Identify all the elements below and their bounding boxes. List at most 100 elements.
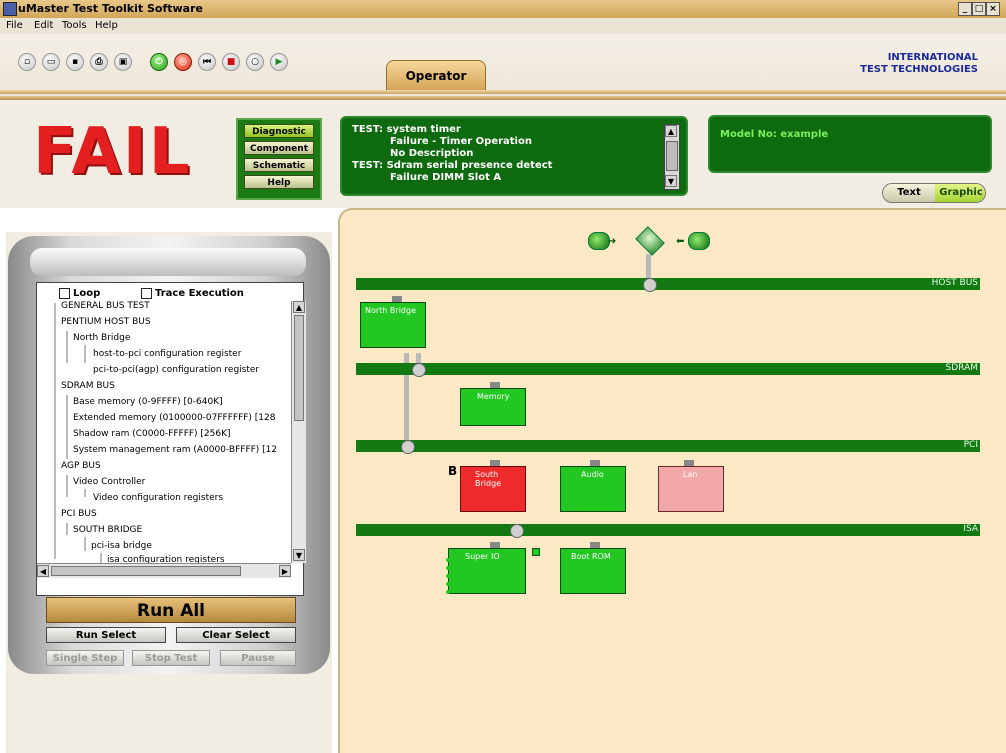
tree-item[interactable]: Video Controller (73, 477, 145, 487)
tree-item[interactable]: Shadow ram (C0000-FFFFF) [256K] (73, 429, 231, 439)
chip-hub-icon[interactable] (635, 226, 665, 256)
junction-dot (643, 278, 657, 292)
record-icon[interactable]: ○ (246, 53, 264, 71)
scroll-right-icon[interactable]: ▶ (279, 565, 291, 577)
loop-checkbox[interactable]: Loop (59, 286, 100, 299)
trace-checkbox[interactable]: Trace Execution (141, 286, 244, 299)
north-bridge-block[interactable]: North Bridge (360, 302, 426, 348)
port-pin (532, 548, 540, 556)
tree-item[interactable]: PENTIUM HOST BUS (61, 317, 151, 327)
toolbar-divider (0, 90, 1006, 94)
scroll-up-icon[interactable]: ▲ (665, 125, 677, 137)
memory-block[interactable]: Memory (460, 388, 526, 426)
graphic-view-button[interactable]: Graphic (935, 184, 985, 202)
scroll-down-icon[interactable]: ▼ (293, 549, 305, 561)
tree-list: GENERAL BUS TEST PENTIUM HOST BUS North … (37, 301, 291, 563)
close-button[interactable]: × (986, 2, 1000, 16)
component-label: Memory (477, 392, 510, 401)
tree-item[interactable]: PCI BUS (61, 509, 97, 519)
tree-item[interactable]: Base memory (0-9FFFF) [0-640K] (73, 397, 223, 407)
clear-select-button[interactable]: Clear Select (176, 627, 296, 643)
loop-checkbox-box[interactable] (59, 287, 70, 299)
new-icon[interactable]: ▫ (18, 53, 36, 71)
tree-item[interactable]: GENERAL BUS TEST (61, 301, 150, 311)
company-logo-line2: TEST TECHNOLOGIES (860, 64, 978, 75)
message-line: No Description (390, 148, 474, 159)
chip-icon[interactable]: ▣ (114, 53, 132, 71)
trace-checkbox-box[interactable] (141, 287, 152, 299)
help-button[interactable]: Help (244, 175, 314, 189)
tree-item[interactable]: isa configuration registers (107, 555, 225, 563)
text-view-button[interactable]: Text (883, 184, 935, 202)
target-icon[interactable]: ◎ (174, 53, 192, 71)
tree-vertical-scrollbar[interactable]: ▲ ▼ (291, 301, 306, 563)
south-bridge-block[interactable]: South Bridge (460, 466, 526, 512)
tree-item[interactable]: Extended memory (0100000-07FFFFFF) [128 (73, 413, 276, 423)
component-label: Boot ROM (571, 552, 611, 561)
message-line: Failure - Timer Operation (390, 136, 532, 147)
isa-bus[interactable]: ISA (356, 524, 980, 536)
test-tree: Loop Trace Execution GENERAL BUS TEST PE… (36, 282, 306, 596)
tree-item[interactable]: North Bridge (73, 333, 130, 343)
tree-item[interactable]: AGP BUS (61, 461, 101, 471)
open-icon[interactable]: ▭ (42, 53, 60, 71)
audio-block[interactable]: Audio (560, 466, 626, 512)
menu-file[interactable]: File (6, 20, 23, 31)
connector-right-icon[interactable] (688, 232, 710, 250)
super-io-block[interactable]: Super IO (448, 548, 526, 594)
tab-operator[interactable]: Operator (386, 60, 486, 90)
run-all-button[interactable]: Run All (46, 597, 296, 623)
scroll-left-icon[interactable]: ◀ (37, 565, 49, 577)
stop-test-button[interactable]: Stop Test (132, 650, 210, 666)
component-label: South Bridge (475, 470, 502, 488)
scroll-thumb[interactable] (51, 566, 241, 576)
print-icon[interactable]: ⎙ (90, 53, 108, 71)
host-bus[interactable]: HOST BUS (356, 278, 980, 290)
menu-edit[interactable]: Edit (34, 20, 53, 31)
tree-item[interactable]: pci-to-pci(agp) configuration register (93, 365, 259, 375)
sdram-bus[interactable]: SDRAM (356, 363, 980, 375)
frame-top-bar (30, 248, 306, 276)
minimize-button[interactable]: _ (958, 2, 972, 16)
scroll-up-icon[interactable]: ▲ (293, 301, 305, 313)
menu-bar: File Edit Tools Help (0, 18, 1006, 34)
tree-item[interactable]: host-to-pci configuration register (93, 349, 241, 359)
component-button[interactable]: Component (244, 141, 314, 155)
boot-rom-block[interactable]: Boot ROM (560, 548, 626, 594)
component-label: Super IO (465, 552, 500, 561)
save-icon[interactable]: ▪ (66, 53, 84, 71)
stop-icon[interactable]: ■ (222, 53, 240, 71)
tree-item[interactable]: System management ram (A0000-BFFFF) [12 (73, 445, 277, 455)
tree-item[interactable]: SDRAM BUS (61, 381, 115, 391)
diagnostic-button[interactable]: Diagnostic (244, 124, 314, 138)
schematic-button[interactable]: Schematic (244, 158, 314, 172)
single-step-button[interactable]: Single Step (46, 650, 124, 666)
tree-item[interactable]: pci-isa bridge (91, 541, 152, 551)
connector-left-icon[interactable] (588, 232, 610, 250)
marker-letter: B (448, 464, 458, 478)
app-icon[interactable] (3, 2, 17, 16)
tree-item[interactable]: SOUTH BRIDGE (73, 525, 142, 535)
scroll-thumb[interactable] (294, 315, 304, 421)
pause-button[interactable]: Pause (220, 650, 296, 666)
menu-tools[interactable]: Tools (62, 20, 87, 31)
host-bus-label: HOST BUS (931, 278, 978, 288)
power-icon[interactable]: ⏻ (150, 53, 168, 71)
tree-horizontal-scrollbar[interactable]: ◀ ▶ (37, 563, 291, 578)
maximize-button[interactable]: □ (972, 2, 986, 16)
tree-item[interactable]: Video configuration registers (93, 493, 223, 503)
scroll-down-icon[interactable]: ▼ (665, 175, 677, 187)
isa-bus-label: ISA (963, 524, 978, 534)
window-title: uMaster Test Toolkit Software (18, 2, 203, 15)
scroll-thumb[interactable] (666, 141, 678, 171)
message-scrollbar[interactable]: ▲ ▼ (664, 124, 680, 190)
play-icon[interactable]: ▶ (270, 53, 288, 71)
rewind-icon[interactable]: ⏮ (198, 53, 216, 71)
menu-help[interactable]: Help (95, 20, 118, 31)
test-message-panel: TEST: system timer Failure - Timer Opera… (340, 116, 688, 196)
pci-bus[interactable]: PCI (356, 440, 980, 452)
model-panel: Model No: example (708, 115, 992, 173)
run-select-button[interactable]: Run Select (46, 627, 166, 643)
lan-block[interactable]: Lan (658, 466, 724, 512)
junction-dot (401, 440, 415, 454)
